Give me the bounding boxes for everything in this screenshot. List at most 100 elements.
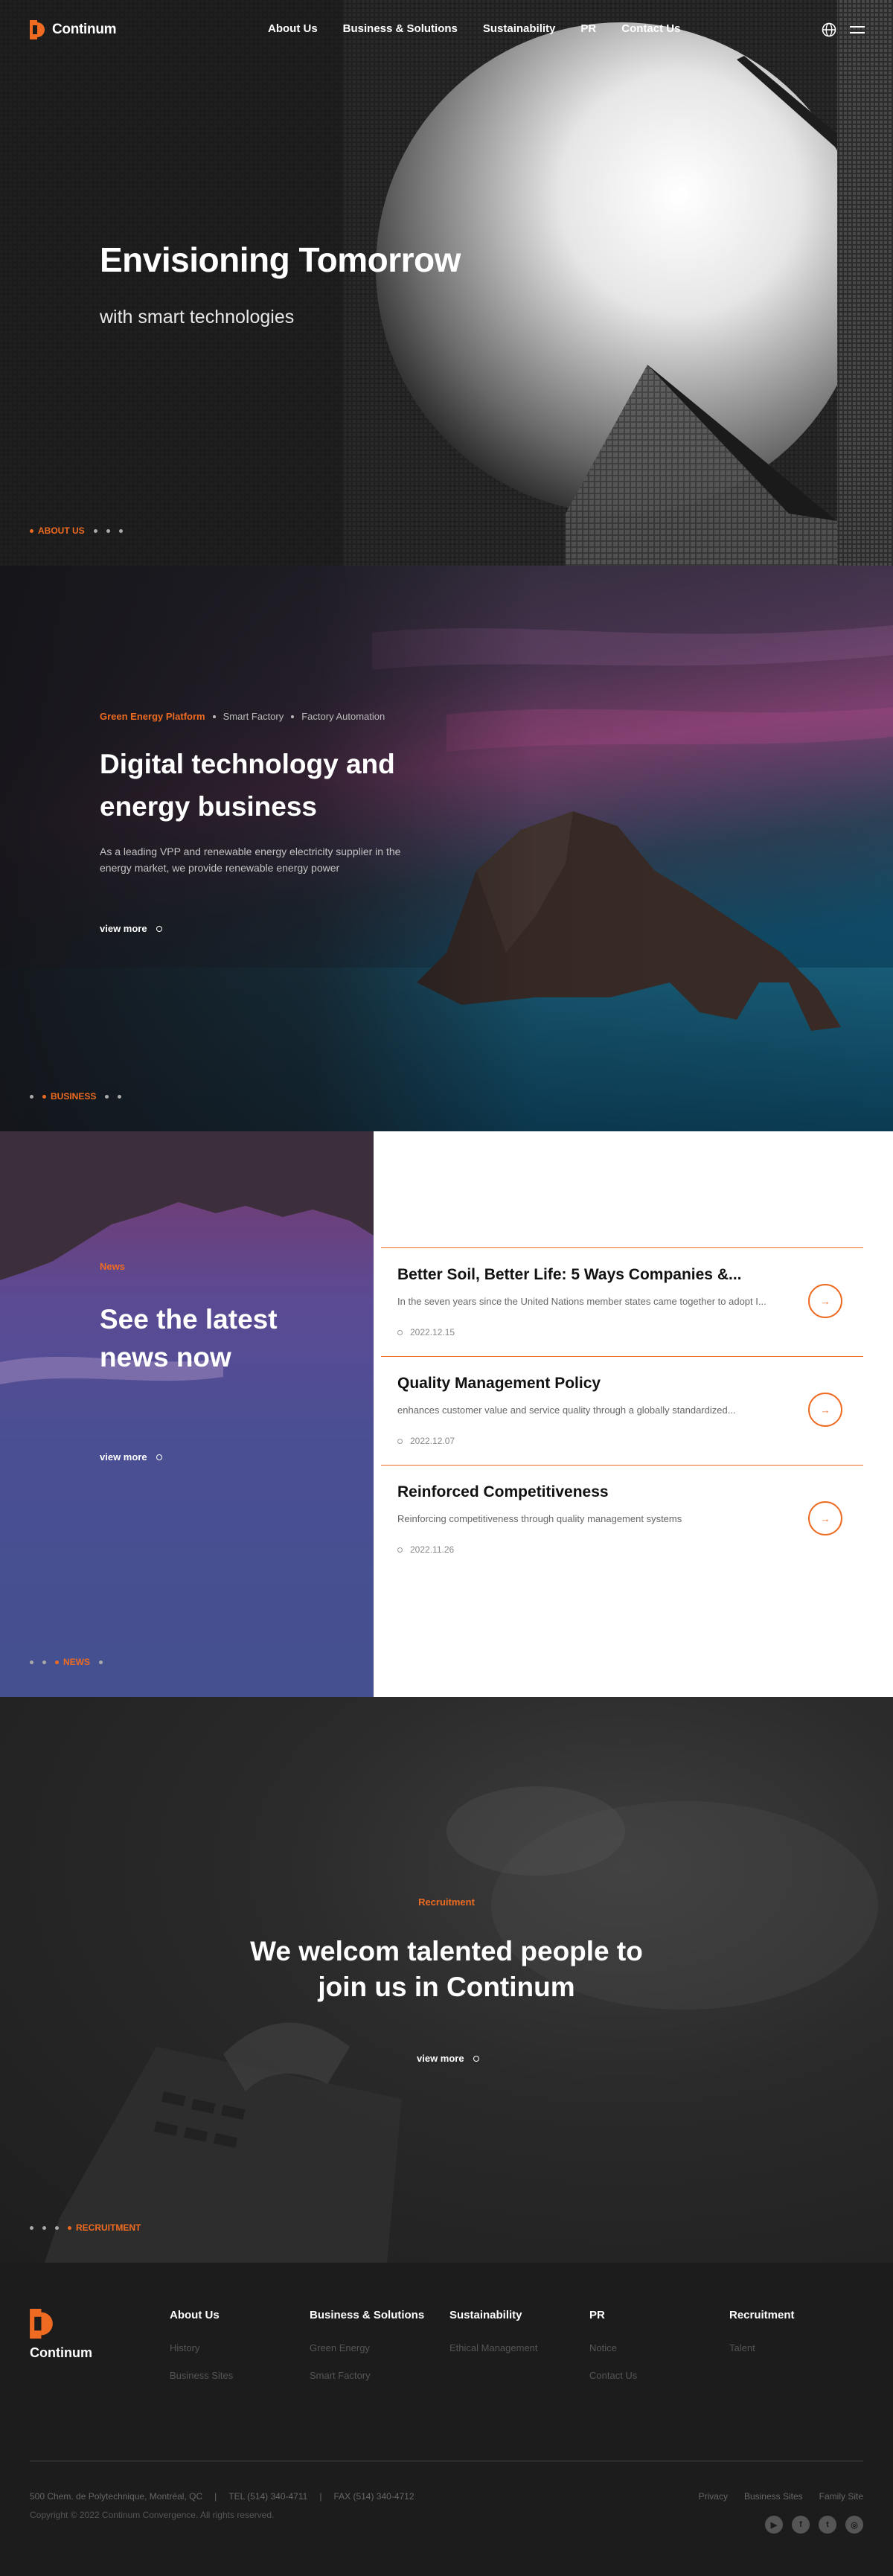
news-item-title[interactable]: Reinforced Competitiveness	[397, 1483, 769, 1501]
pager-active-label[interactable]: ABOUT US	[30, 525, 85, 536]
footer-column-heading[interactable]: Business & Solutions	[310, 2309, 424, 2321]
globe-icon[interactable]	[822, 22, 836, 37]
hero-pager: ABOUT US	[30, 525, 123, 536]
pager-active-label[interactable]: BUSINESS	[42, 1091, 96, 1102]
ring-icon	[397, 1329, 403, 1335]
logo[interactable]: Continum	[30, 20, 117, 39]
footer-link-contact-us[interactable]: Contact Us	[589, 2370, 637, 2381]
footer-link-history[interactable]: History	[170, 2342, 233, 2353]
tab-smart-factory[interactable]: Smart Factory	[223, 711, 284, 722]
hero-title: Envisioning Tomorrow	[100, 240, 461, 279]
recruitment-title-line: join us in Continum	[318, 1972, 575, 2002]
arrow-right-icon: →	[820, 1295, 830, 1307]
menu-icon[interactable]	[850, 25, 865, 35]
footer-column-business-solutions: Business & Solutions Green Energy Smart …	[310, 2309, 424, 2397]
news-item-description: In the seven years since the United Nati…	[397, 1296, 766, 1307]
news-title: See the latest news now	[100, 1304, 278, 1372]
news-tag: News	[100, 1261, 125, 1272]
news-item[interactable]: Quality Management Policy enhances custo…	[381, 1356, 863, 1465]
footer-link-family-site[interactable]: Family Site	[819, 2491, 863, 2502]
pager-dot[interactable]	[118, 1094, 122, 1099]
pager-dot[interactable]	[106, 528, 110, 533]
footer-column-heading[interactable]: Recruitment	[729, 2309, 795, 2321]
business-tabs: Green Energy Platform Smart Factory Fact…	[100, 711, 385, 722]
arrow-right-icon: →	[820, 1512, 830, 1524]
main-nav: About Us Business & Solutions Sustainabi…	[268, 22, 680, 35]
nav-sustainability[interactable]: Sustainability	[483, 22, 556, 35]
pager-active-label[interactable]: RECRUITMENT	[68, 2222, 141, 2233]
pager-dot[interactable]	[55, 2225, 59, 2230]
footer-logo-text: Continum	[30, 2345, 92, 2360]
news-item-title[interactable]: Quality Management Policy	[397, 1375, 769, 1393]
recruitment-title-line: We welcom talented people to	[250, 1936, 643, 1966]
footer-contact-info: 500 Chem. de Polytechnique, Montréal, QC…	[30, 2491, 415, 2502]
pager-dot[interactable]	[118, 528, 123, 533]
footer-copyright: Copyright © 2022 Continum Convergence. A…	[30, 2510, 275, 2520]
recruitment-tag: Recruitment	[418, 1896, 475, 1908]
twitter-icon[interactable]: t	[819, 2516, 836, 2534]
pager-dot[interactable]	[30, 1660, 33, 1664]
arrow-right-button[interactable]: →	[808, 1284, 842, 1318]
instagram-icon[interactable]: ◎	[845, 2516, 863, 2534]
ring-icon	[156, 925, 162, 932]
footer-link-privacy[interactable]: Privacy	[699, 2491, 728, 2502]
ring-icon	[397, 1438, 403, 1444]
hero-background-image	[0, 0, 893, 566]
pager-dot[interactable]	[42, 2225, 46, 2230]
pager-dot[interactable]	[30, 1094, 33, 1099]
pager-dot[interactable]	[30, 2225, 33, 2230]
footer-column-heading[interactable]: PR	[589, 2309, 637, 2321]
arrow-right-icon: →	[820, 1404, 830, 1416]
footer-link-smart-factory[interactable]: Smart Factory	[310, 2370, 424, 2381]
footer-link-green-energy[interactable]: Green Energy	[310, 2342, 424, 2353]
view-more-label: view more	[100, 923, 147, 934]
news-item-description: Reinforcing competitiveness through qual…	[397, 1513, 682, 1524]
footer-link-notice[interactable]: Notice	[589, 2342, 637, 2353]
logo-mark-icon	[30, 2309, 53, 2339]
business-view-more-button[interactable]: view more	[100, 923, 162, 934]
news-left-panel	[0, 1131, 374, 1697]
youtube-icon[interactable]: ▶	[765, 2516, 783, 2534]
pager-dot[interactable]	[105, 1094, 109, 1099]
hero-section: Envisioning Tomorrow with smart technolo…	[0, 0, 893, 566]
news-pager: NEWS	[30, 1657, 103, 1667]
footer-logo[interactable]: Continum	[30, 2309, 92, 2361]
news-item-title[interactable]: Better Soil, Better Life: 5 Ways Compani…	[397, 1266, 769, 1284]
logo-text: Continum	[52, 22, 117, 37]
footer-column-pr: PR Notice Contact Us	[589, 2309, 637, 2397]
footer-link-talent[interactable]: Talent	[729, 2342, 795, 2353]
tab-factory-automation[interactable]: Factory Automation	[301, 711, 385, 722]
footer-link-ethical-management[interactable]: Ethical Management	[449, 2342, 538, 2353]
tab-green-energy-platform[interactable]: Green Energy Platform	[100, 711, 205, 722]
pager-dot[interactable]	[42, 1660, 46, 1664]
news-background-image	[0, 1131, 374, 1384]
footer-address: 500 Chem. de Polytechnique, Montréal, QC	[30, 2491, 203, 2502]
news-item[interactable]: Reinforced Competitiveness Reinforcing c…	[381, 1465, 863, 1573]
footer-column-about-us: About Us History Business Sites	[170, 2309, 233, 2397]
nav-business-solutions[interactable]: Business & Solutions	[343, 22, 458, 35]
nav-pr[interactable]: PR	[580, 22, 596, 35]
business-title: Digital technology and energy business	[100, 749, 395, 822]
news-item-date: 2022.12.15	[397, 1327, 455, 1337]
footer-column-sustainability: Sustainability Ethical Management	[449, 2309, 538, 2370]
ring-icon	[397, 1547, 403, 1553]
arrow-right-button[interactable]: →	[808, 1393, 842, 1427]
facebook-icon[interactable]: f	[792, 2516, 810, 2534]
recruitment-pager: RECRUITMENT	[30, 2222, 141, 2233]
footer-link-business-sites[interactable]: Business Sites	[170, 2370, 233, 2381]
pager-dot[interactable]	[99, 1660, 103, 1664]
nav-contact-us[interactable]: Contact Us	[621, 22, 680, 35]
nav-about-us[interactable]: About Us	[268, 22, 318, 35]
footer-column-heading[interactable]: About Us	[170, 2309, 233, 2321]
news-view-more-button[interactable]: view more	[100, 1451, 162, 1463]
view-more-label: view more	[100, 1451, 147, 1463]
news-item-date: 2022.11.26	[397, 1544, 454, 1555]
recruitment-view-more-button[interactable]: view more	[417, 2053, 479, 2064]
news-item[interactable]: Better Soil, Better Life: 5 Ways Compani…	[381, 1247, 863, 1356]
site-header: Continum About Us Business & Solutions S…	[0, 0, 893, 60]
footer-column-heading[interactable]: Sustainability	[449, 2309, 538, 2321]
pager-dot[interactable]	[93, 528, 97, 533]
footer-link-business-sites-bottom[interactable]: Business Sites	[744, 2491, 803, 2502]
pager-active-label[interactable]: NEWS	[55, 1657, 90, 1667]
arrow-right-button[interactable]: →	[808, 1501, 842, 1535]
